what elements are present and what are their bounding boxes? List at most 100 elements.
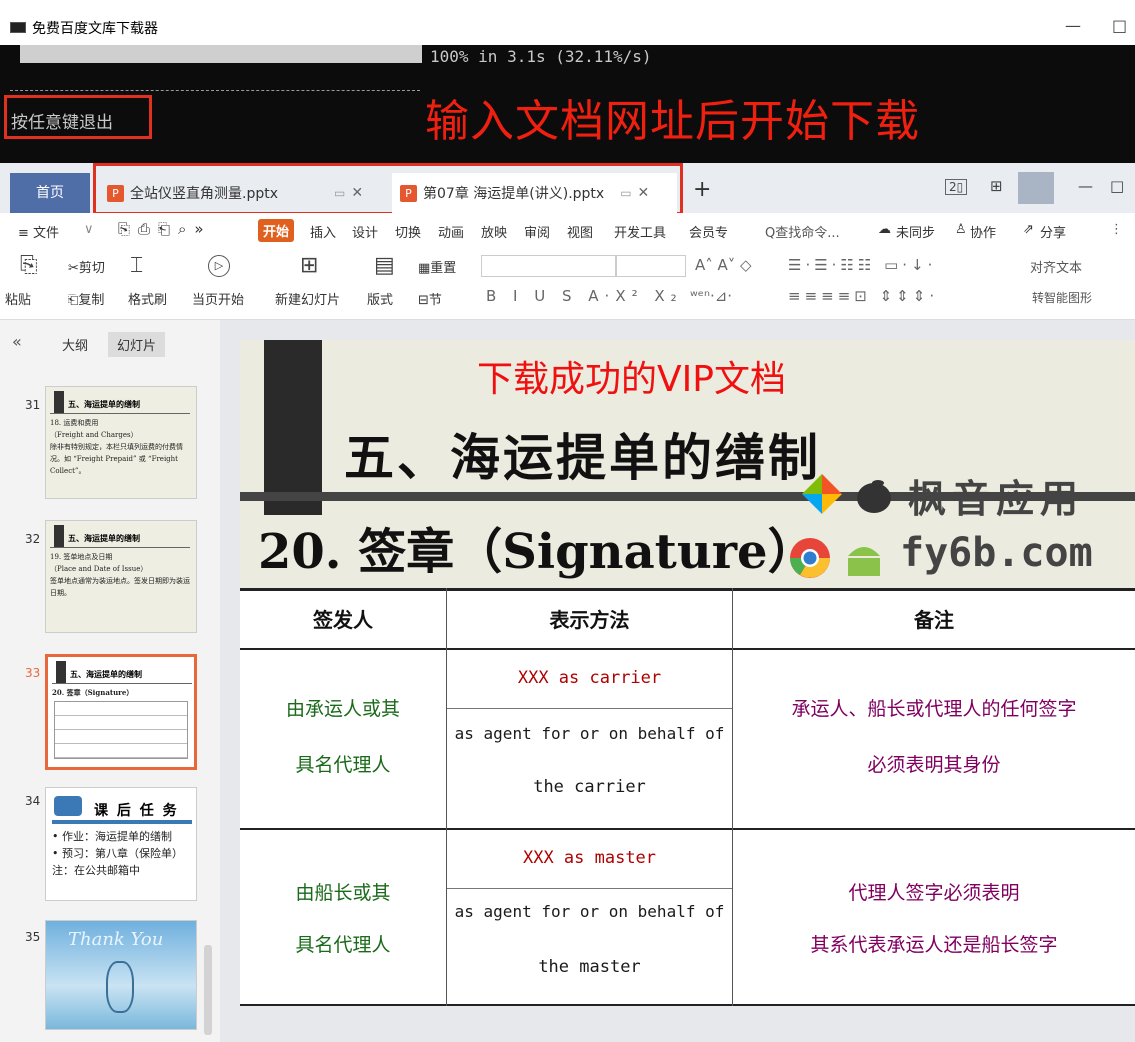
slide-number: 34: [25, 794, 41, 808]
paste-button[interactable]: ⎘: [20, 253, 38, 278]
slide-thumbnail[interactable]: 五、海运提单的缮制 18. 运费和费用 （Freight and Charges…: [45, 386, 197, 499]
ppt-file-icon: P: [400, 184, 417, 202]
slide-thumbnail[interactable]: Thank You: [45, 920, 197, 1030]
copy-icon: ⎗: [68, 293, 79, 308]
tab-slides[interactable]: 幻灯片: [108, 332, 166, 357]
slide-number-selected: 33: [25, 666, 41, 680]
tab-doc1-label: 全站仪竖直角测量.pptx: [130, 186, 278, 202]
cut-button[interactable]: ✂剪切: [68, 257, 105, 276]
tab-outline[interactable]: 大纲: [62, 335, 88, 354]
annotation-text: 输入文档网址后开始下载: [425, 96, 920, 147]
grid-icon[interactable]: ⊞: [990, 177, 1003, 195]
more-icon[interactable]: ⋮: [1110, 222, 1123, 237]
paragraph-align-icons[interactable]: ≡≡≡≡⊡ ⇕⇕⇕·: [788, 287, 938, 305]
section-button[interactable]: ⊟节: [418, 289, 442, 308]
sync-status[interactable]: 未同步: [896, 222, 935, 241]
format-painter-icon[interactable]: ⌶: [130, 253, 143, 278]
table-cell: XXX as carrier: [517, 668, 662, 688]
thumb-title: Thank You: [68, 929, 164, 950]
panel-scrollbar[interactable]: [204, 945, 212, 1035]
copy-button[interactable]: ⎗复制: [68, 289, 104, 308]
tab-member[interactable]: 会员专: [689, 222, 728, 241]
avatar[interactable]: [1018, 172, 1054, 204]
maximize-icon[interactable]: □: [1110, 177, 1124, 195]
window-layout-icon[interactable]: 2▯: [945, 179, 968, 195]
slide-canvas[interactable]: 下载成功的VIP文档 五、海运提单的缮制 20. 签章（Signature） 枫…: [240, 340, 1135, 1006]
thumb-body: • 作业：海运提单的缮制 • 预习：第八章（保险单） 注：在公共邮箱中: [52, 830, 183, 877]
maximize-button[interactable]: □: [1112, 16, 1127, 35]
menu-bar: ≡ 文件 ∨ ⎘⎙⎗⌕» 开始 插入 设计 切换 动画 放映 审阅 视图 开发工…: [0, 213, 1135, 247]
close-icon[interactable]: ✕: [638, 185, 650, 201]
layout-icon[interactable]: ▤: [374, 253, 395, 278]
ribbon: ⎘ 粘贴 ✂剪切 ⎗复制 ⌶ 格式刷 ▷ 当页开始 ⊞ 新建幻灯片 ▤ 版式 ▦…: [0, 247, 1135, 320]
slide-title: 五、海运提单的缮制: [344, 428, 821, 487]
tab-transition[interactable]: 切换: [395, 222, 421, 241]
table-cell: 承运人、船长或代理人的任何签字: [791, 697, 1077, 720]
windows-logo-icon: [802, 474, 842, 514]
tab-view[interactable]: 视图: [567, 222, 593, 241]
share-button[interactable]: 分享: [1040, 222, 1066, 241]
search-command[interactable]: Q查找命令...: [765, 222, 840, 241]
smart-shape-button[interactable]: 转智能图形: [1032, 289, 1092, 306]
slide-subtitle: 20. 签章（Signature）: [258, 524, 816, 580]
slide-thumbnail-selected[interactable]: 五、海运提单的缮制 20. 签章（Signature）: [45, 654, 197, 770]
pin-icon[interactable]: ▭: [620, 186, 631, 200]
thumb-title: 课 后 任 务: [94, 803, 179, 819]
pinyin-icon[interactable]: ʷᵉⁿ·⊿·: [690, 287, 732, 305]
ppt-file-icon: P: [107, 184, 124, 202]
play-icon[interactable]: ▷: [208, 255, 230, 277]
chevron-down-icon[interactable]: ∨: [84, 222, 94, 237]
slide-thumbnail[interactable]: 课 后 任 务 • 作业：海运提单的缮制 • 预习：第八章（保险单） 注：在公共…: [45, 787, 197, 901]
align-text-button[interactable]: 对齐文本: [1030, 257, 1082, 276]
font-size-select[interactable]: [616, 255, 686, 277]
watermark-cn: 枫音应用: [908, 477, 1085, 521]
vip-annotation: 下载成功的VIP文档: [477, 359, 786, 400]
hourglass-icon: [106, 961, 134, 1013]
new-slide-button[interactable]: 新建幻灯片: [275, 289, 340, 308]
tab-slideshow[interactable]: 放映: [481, 222, 507, 241]
tab-doc2[interactable]: P 第07章 海运提单(讲义).pptx ▭ ✕: [392, 173, 677, 213]
file-menu[interactable]: ≡ 文件: [18, 222, 59, 241]
title-bar-decoration: [264, 340, 322, 515]
tab-animation[interactable]: 动画: [438, 222, 464, 241]
console-app-icon: [10, 22, 26, 33]
tab-insert[interactable]: 插入: [310, 222, 336, 241]
apple-logo-icon: [857, 480, 891, 513]
wps-tab-bar: 首页 P 全站仪竖直角测量.pptx ▭ ✕ P 第07章 海运提单(讲义).p…: [0, 163, 1135, 215]
format-painter-button[interactable]: 格式刷: [128, 289, 167, 308]
slide-thumbnail[interactable]: 五、海运提单的缮制 19. 签单地点及日期 （Place and Date of…: [45, 520, 197, 633]
scissors-icon: ✂: [68, 261, 79, 276]
table-cell: 具名代理人: [295, 753, 391, 776]
collapse-panel-button[interactable]: «: [12, 332, 22, 351]
pin-icon[interactable]: ▭: [334, 186, 345, 200]
table-cell: 由船长或其: [295, 881, 391, 904]
add-tab-button[interactable]: +: [693, 177, 711, 202]
reset-button[interactable]: ▦重置: [418, 257, 456, 276]
layout-button[interactable]: 版式: [367, 289, 393, 308]
table-cell: 必须表明其身份: [867, 753, 1001, 776]
paste-label[interactable]: 粘贴: [5, 289, 31, 308]
tab-home[interactable]: 首页: [10, 173, 90, 213]
close-icon[interactable]: ✕: [351, 185, 363, 201]
font-size-adjust-icons[interactable]: A˄ A˅ ◇: [695, 256, 752, 274]
signature-table: 签发人 表示方法 备注 由承运人或其 具名代理人 XXX as carrier …: [240, 588, 1135, 1006]
collab-button[interactable]: 协作: [970, 222, 996, 241]
tab-start[interactable]: 开始: [258, 219, 295, 242]
progress-text: 100% in 3.1s (32.11%/s): [430, 47, 652, 66]
font-name-select[interactable]: [481, 255, 616, 277]
tab-design[interactable]: 设计: [352, 222, 378, 241]
minimize-button[interactable]: —: [1065, 16, 1081, 35]
new-slide-icon[interactable]: ⊞: [300, 253, 318, 278]
list-icons[interactable]: ☰·☰·☷☷ ▭·↓·: [788, 256, 936, 274]
tab-developer[interactable]: 开发工具: [614, 222, 666, 241]
table-header: 表示方法: [549, 607, 630, 632]
text-style-icons[interactable]: B I U S A·X² X₂: [486, 287, 683, 305]
tab-doc1[interactable]: P 全站仪竖直角测量.pptx ▭ ✕: [107, 173, 363, 213]
collab-icon: ♙: [955, 222, 967, 237]
table-cell: 由承运人或其: [285, 697, 400, 720]
minimize-icon[interactable]: —: [1078, 177, 1093, 195]
tab-review[interactable]: 审阅: [524, 222, 550, 241]
slide-editor: 下载成功的VIP文档 五、海运提单的缮制 20. 签章（Signature） 枫…: [220, 320, 1135, 1042]
quick-tools-icons[interactable]: ⎘⎙⎗⌕»: [118, 220, 212, 238]
play-from-current-button[interactable]: 当页开始: [192, 289, 244, 308]
